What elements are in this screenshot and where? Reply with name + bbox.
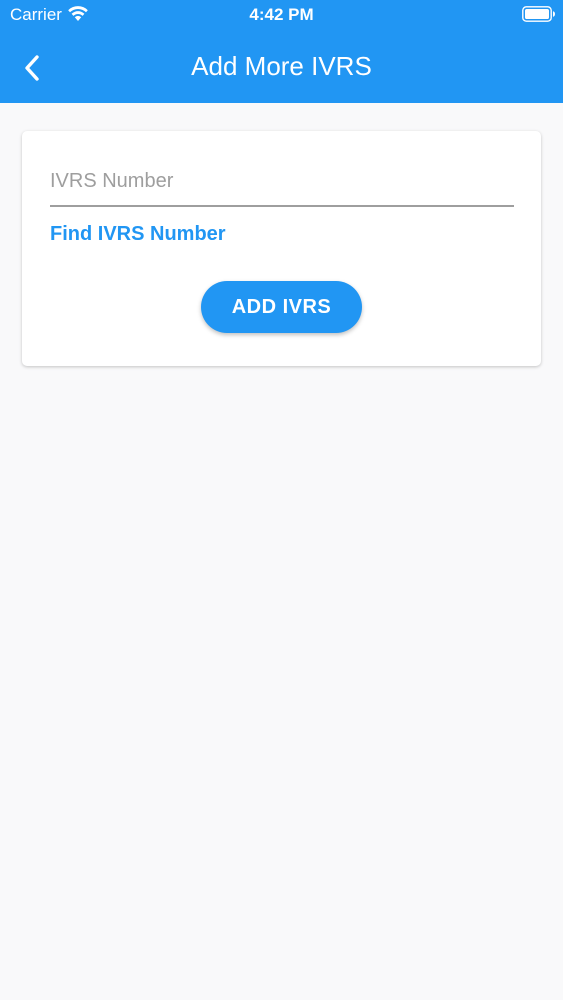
app-header: Carrier 4:42 PM Add More IVRS [0,0,563,103]
add-ivrs-card: Find IVRS Number ADD IVRS [22,131,541,366]
find-ivrs-number-link[interactable]: Find IVRS Number [50,223,226,246]
page-title: Add More IVRS [191,51,372,81]
status-time: 4:42 PM [249,5,314,24]
ivrs-number-input[interactable] [50,157,514,207]
nav-bar: Add More IVRS [0,30,563,103]
add-ivrs-button[interactable]: ADD IVRS [201,281,362,333]
battery-icon [522,6,555,22]
status-bar: Carrier 4:42 PM [0,0,563,30]
